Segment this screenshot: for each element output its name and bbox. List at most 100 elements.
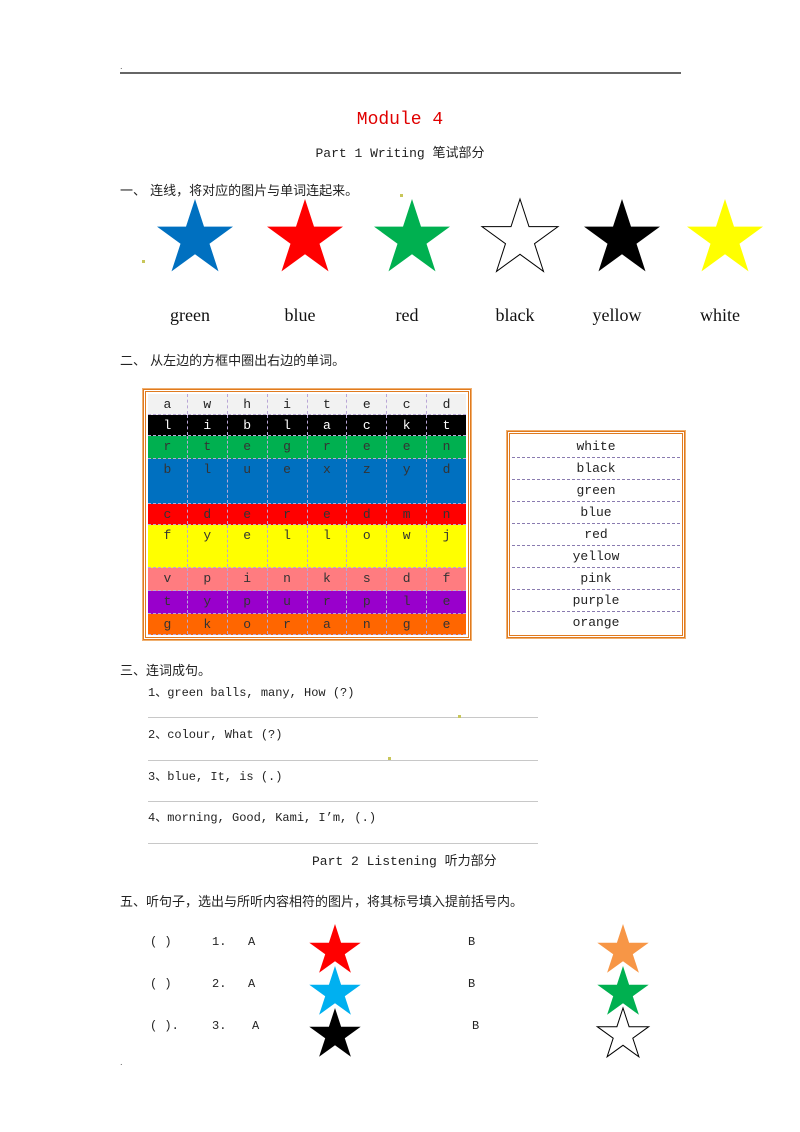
grid-row: awhitecd [148,394,466,415]
grid-letter[interactable]: r [268,614,308,634]
grid-letter[interactable]: d [347,504,388,524]
grid-letter[interactable]: r [148,436,188,458]
grid-letter[interactable]: s [347,568,388,590]
answer-bracket[interactable]: ( ) [150,935,172,949]
option-a-label: A [248,977,256,991]
grid-letter[interactable]: y [387,459,428,503]
grid-letter[interactable]: g [148,614,188,634]
grid-letter[interactable]: a [148,394,188,414]
word-list-item: purple [512,590,680,612]
grid-letter[interactable]: e [228,525,268,567]
grid-letter[interactable]: k [308,568,348,590]
green-star [374,199,450,272]
grid-letter[interactable]: e [308,504,348,524]
grid-letter[interactable]: w [188,394,228,414]
grid-letter[interactable]: n [427,436,466,458]
grid-letter[interactable]: t [427,415,466,435]
page-title: Module 4 [356,110,444,130]
grid-letter[interactable]: p [188,568,228,590]
answer-line-3[interactable] [148,801,538,802]
option-b-label: B [468,977,476,991]
grid-letter[interactable]: m [387,504,428,524]
word-green[interactable]: green [140,305,240,326]
grid-letter[interactable]: o [228,614,268,634]
grid-letter[interactable]: l [148,415,188,435]
section5-heading: 五、听句子，选出与所听内容相符的图片，将其标号填入提前括号内。 [120,895,524,910]
grid-letter[interactable]: b [148,459,188,503]
grid-letter[interactable]: r [268,504,308,524]
grid-letter[interactable]: u [268,591,308,613]
answer-line-2[interactable] [148,760,538,761]
answer-line-1[interactable] [148,717,538,718]
word-list-item: pink [512,568,680,590]
grid-letter[interactable]: l [188,459,228,503]
word-blue[interactable]: blue [250,305,350,326]
grid-letter[interactable]: w [387,525,428,567]
grid-letter[interactable]: v [148,568,188,590]
option-b-star [595,1006,651,1059]
grid-letter[interactable]: l [268,415,308,435]
grid-letter[interactable]: d [188,504,228,524]
grid-letter[interactable]: t [148,591,188,613]
grid-letter[interactable]: n [347,614,388,634]
grid-letter[interactable]: f [148,525,188,567]
word-black[interactable]: black [465,305,565,326]
word-red[interactable]: red [357,305,457,326]
grid-letter[interactable]: l [268,525,308,567]
grid-letter[interactable]: d [387,568,428,590]
word-white[interactable]: white [670,305,770,326]
marker [388,757,391,760]
grid-letter[interactable]: i [268,394,308,414]
grid-letter[interactable]: f [427,568,466,590]
grid-letter[interactable]: e [228,504,268,524]
grid-letter[interactable]: i [228,568,268,590]
grid-letter[interactable]: y [188,591,228,613]
grid-letter[interactable]: z [347,459,388,503]
grid-letter[interactable]: l [308,525,348,567]
grid-letter[interactable]: l [387,591,428,613]
grid-letter[interactable]: r [308,591,348,613]
grid-letter[interactable]: r [308,436,348,458]
grid-letter[interactable]: c [347,415,388,435]
grid-letter[interactable]: e [228,436,268,458]
grid-letter[interactable]: p [347,591,388,613]
grid-letter[interactable]: c [148,504,188,524]
grid-letter[interactable]: k [188,614,228,634]
grid-letter[interactable]: e [347,436,388,458]
option-a-star [309,1008,361,1057]
grid-letter[interactable]: x [308,459,348,503]
grid-letter[interactable]: e [347,394,388,414]
answer-bracket[interactable]: ( ) [150,977,172,991]
grid-letter[interactable]: h [228,394,268,414]
grid-letter[interactable]: e [427,614,466,634]
grid-letter[interactable]: k [387,415,428,435]
word-yellow[interactable]: yellow [567,305,667,326]
grid-letter[interactable]: o [347,525,388,567]
grid-letter[interactable]: g [387,614,428,634]
grid-letter[interactable]: a [308,614,348,634]
grid-letter[interactable]: i [188,415,228,435]
grid-letter[interactable]: y [188,525,228,567]
grid-letter[interactable]: a [308,415,348,435]
grid-letter[interactable]: g [268,436,308,458]
grid-letter[interactable]: n [268,568,308,590]
question-number: 3. [212,1019,227,1033]
option-a-label: A [248,935,256,949]
grid-letter[interactable]: u [228,459,268,503]
grid-letter[interactable]: e [268,459,308,503]
grid-letter[interactable]: e [387,436,428,458]
grid-letter[interactable]: t [188,436,228,458]
grid-letter[interactable]: e [427,591,466,613]
grid-letter[interactable]: d [427,394,466,414]
grid-letter[interactable]: n [427,504,466,524]
answer-line-4[interactable] [148,843,538,844]
answer-bracket[interactable]: ( ). [150,1019,179,1033]
grid-row: fyellowj [148,525,466,568]
grid-letter[interactable]: d [427,459,466,503]
word-list: white black green blue red yellow pink purple or… [507,431,685,638]
grid-letter[interactable]: j [427,525,466,567]
grid-letter[interactable]: b [228,415,268,435]
grid-letter[interactable]: p [228,591,268,613]
grid-letter[interactable]: t [308,394,348,414]
grid-letter[interactable]: c [387,394,428,414]
